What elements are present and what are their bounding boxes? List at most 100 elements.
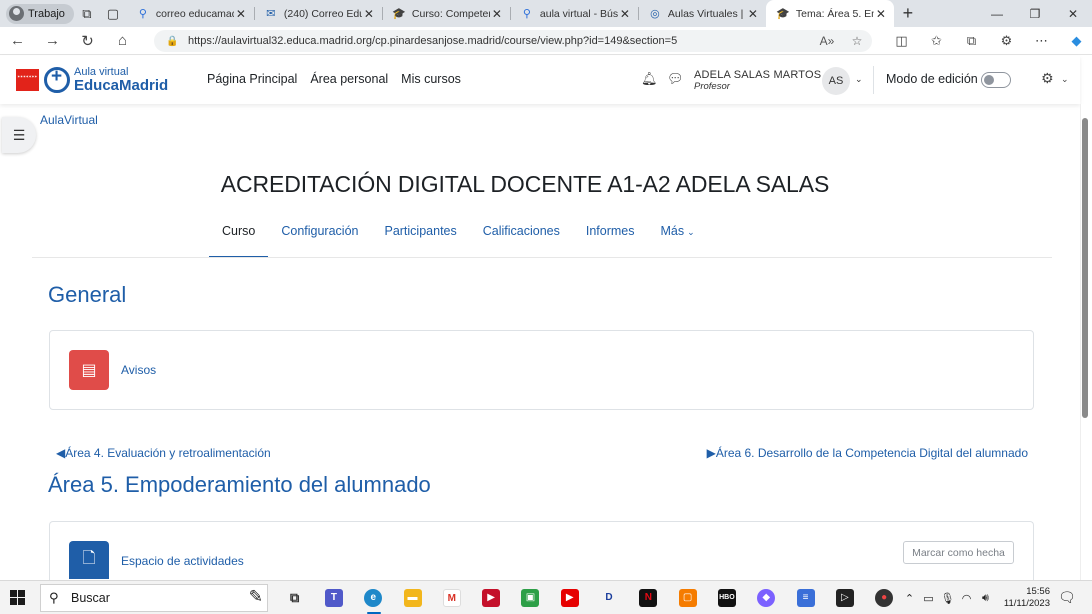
volume-icon[interactable]: 🔊︎ (976, 592, 995, 605)
browser-tab[interactable]: ⚲ correo educamadrid ✕ (126, 0, 254, 27)
tab-calificaciones[interactable]: Calificaciones (470, 224, 573, 258)
app-shortcut-icon[interactable]: ● (864, 581, 903, 614)
breadcrumb[interactable]: AulaVirtual (40, 113, 98, 127)
next-section-link[interactable]: ▶Área 6. Desarrollo de la Competencia Di… (707, 446, 1028, 460)
tab-title: aula virtual - Búsqueda (539, 7, 618, 20)
read-aloud-icon[interactable]: A» (812, 34, 842, 48)
office-app-icon[interactable]: ▢ (668, 581, 707, 614)
copilot-icon[interactable]: ◆ (1059, 33, 1092, 49)
cap-icon: 🎓 (392, 8, 406, 20)
browser-tab[interactable]: ⚲ aula virtual - Búsqueda ✕ (509, 0, 638, 27)
microphone-icon[interactable]: 🎙︎ (938, 592, 957, 605)
file-explorer-icon[interactable]: ▬ (393, 581, 432, 614)
tab-mas[interactable]: Más ⌄ (648, 224, 708, 258)
cap-icon: 🎓 (776, 8, 790, 20)
gmail-icon[interactable]: M (432, 581, 471, 614)
browser-tab[interactable]: ✉ (240) Correo Educamadrid ✕ (253, 0, 382, 27)
workspaces-icon[interactable]: ⧉ (74, 0, 100, 27)
extensions-icon[interactable]: ⚙ (989, 33, 1024, 49)
primary-navigation: Página Principal Área personal Mis curso… (207, 72, 461, 86)
hbo-icon[interactable]: HBO (707, 581, 746, 614)
chevron-down-icon[interactable]: ⌄ (1061, 74, 1069, 85)
disney-plus-icon[interactable]: D (589, 581, 628, 614)
scrollbar-thumb[interactable] (1082, 118, 1088, 418)
media-app-icon[interactable]: ▶ (471, 581, 510, 614)
user-avatar[interactable]: AS (822, 67, 850, 95)
netflix-icon[interactable]: N (629, 581, 668, 614)
browser-profile-button[interactable]: Trabajo (6, 3, 74, 24)
favorites-icon[interactable]: ✩ (919, 33, 954, 49)
tab-configuracion[interactable]: Configuración (268, 224, 371, 258)
lock-icon[interactable]: 🔒 (166, 36, 188, 47)
minimize-icon[interactable]: — (978, 0, 1016, 27)
file-resource-icon[interactable]: 🗋 (69, 541, 109, 579)
network-adapter-icon[interactable]: ▭ (919, 592, 938, 605)
photos-app-icon[interactable]: ▣ (511, 581, 550, 614)
search-highlight-icon: ✎ (248, 587, 263, 606)
notification-center-icon[interactable]: 🗨︎ (1058, 589, 1076, 606)
notifications-bell-icon[interactable]: 🔔︎ (641, 71, 658, 87)
home-icon[interactable]: ⌂ (105, 27, 140, 55)
collections-icon[interactable]: ⧉ (954, 33, 989, 49)
more-menu-icon[interactable]: ⋯ (1024, 33, 1059, 49)
edge-browser-icon[interactable]: e (354, 581, 393, 614)
browser-tab[interactable]: ◎ Aulas Virtuales | EducaMadrid ✕ (637, 0, 766, 27)
user-name[interactable]: ADELA SALAS MARTOS (694, 69, 821, 81)
comunidad-madrid-flag-logo[interactable] (16, 69, 39, 91)
close-tab-icon[interactable]: ✕ (746, 7, 760, 21)
toggle-knob (984, 75, 994, 85)
section-title-area5[interactable]: Área 5. Empoderamiento del alumnado (48, 472, 431, 498)
search-icon: ⚲ (522, 8, 531, 20)
tab-actions-icon[interactable]: ▢ (100, 0, 126, 27)
tab-participantes[interactable]: Participantes (371, 224, 469, 258)
activity-card (49, 330, 1034, 410)
taskbar-search-label: Buscar (71, 591, 110, 605)
close-tab-icon[interactable]: ✕ (618, 7, 632, 21)
task-view-icon[interactable]: ⧉ (275, 581, 314, 614)
favorite-star-icon[interactable]: ☆ (842, 34, 872, 48)
windows-start-icon[interactable] (10, 590, 26, 606)
course-index-drawer-button[interactable]: ☰ (2, 117, 36, 153)
chevron-down-icon[interactable]: ⌄ (855, 74, 863, 85)
wifi-icon[interactable]: ◠ (957, 592, 976, 605)
tab-curso[interactable]: Curso (209, 224, 269, 258)
copilot-app-icon[interactable]: ◆ (747, 581, 786, 614)
split-screen-icon[interactable]: ◫ (884, 33, 919, 49)
activity-link-avisos[interactable]: Avisos (121, 363, 156, 377)
video-editor-icon[interactable]: ▷ (825, 581, 864, 614)
gear-icon[interactable]: ⚙ (1041, 70, 1054, 87)
browser-tab-active[interactable]: 🎓 Tema: Área 5. Empoderamiento ✕ (765, 0, 894, 27)
show-hidden-icons-chevron-icon[interactable]: ⌃ (900, 592, 919, 605)
teams-icon[interactable]: T (314, 581, 353, 614)
edit-mode-toggle[interactable] (981, 72, 1011, 88)
tab-informes[interactable]: Informes (573, 224, 648, 258)
site-header: Aula virtual EducaMadrid Página Principa… (0, 56, 1080, 104)
youtube-icon[interactable]: ▶ (550, 581, 589, 614)
forum-announcements-icon[interactable]: ▤ (69, 350, 109, 390)
taskbar-clock[interactable]: 15:56 11/11/2023 (1000, 586, 1050, 610)
activity-link-espacio-actividades[interactable]: Espacio de actividades (121, 554, 244, 568)
notes-app-icon[interactable]: ≡ (786, 581, 825, 614)
previous-section-link[interactable]: ◀Área 4. Evaluación y retroalimentación (56, 446, 271, 460)
nav-pagina-principal[interactable]: Página Principal (207, 72, 297, 86)
refresh-icon[interactable]: ↻ (70, 27, 105, 55)
brand-title[interactable]: EducaMadrid (74, 77, 168, 94)
messages-chat-icon[interactable]: 💬︎ (667, 71, 684, 87)
close-tab-icon[interactable]: ✕ (234, 7, 248, 21)
nav-area-personal[interactable]: Área personal (310, 72, 388, 86)
taskbar-search-box[interactable]: ⚲ Buscar ✎ (40, 584, 268, 612)
educamadrid-logo-icon[interactable] (44, 66, 70, 93)
restore-icon[interactable]: ❐ (1016, 0, 1054, 27)
mark-as-done-button[interactable]: Marcar como hecha (903, 541, 1014, 564)
section-title-general[interactable]: General (48, 282, 126, 308)
nav-mis-cursos[interactable]: Mis cursos (401, 72, 461, 86)
close-window-icon[interactable]: ✕ (1054, 0, 1092, 27)
close-tab-icon[interactable]: ✕ (362, 7, 376, 21)
address-bar[interactable]: 🔒 https://aulavirtual32.educa.madrid.org… (154, 30, 872, 52)
forward-icon[interactable]: → (35, 27, 70, 55)
new-tab-button[interactable]: + (894, 3, 922, 24)
browser-tab[interactable]: 🎓 Curso: Competencia ✕ (381, 0, 510, 27)
close-tab-icon[interactable]: ✕ (490, 7, 504, 21)
close-tab-icon[interactable]: ✕ (874, 7, 888, 21)
back-icon[interactable]: ← (0, 27, 35, 55)
